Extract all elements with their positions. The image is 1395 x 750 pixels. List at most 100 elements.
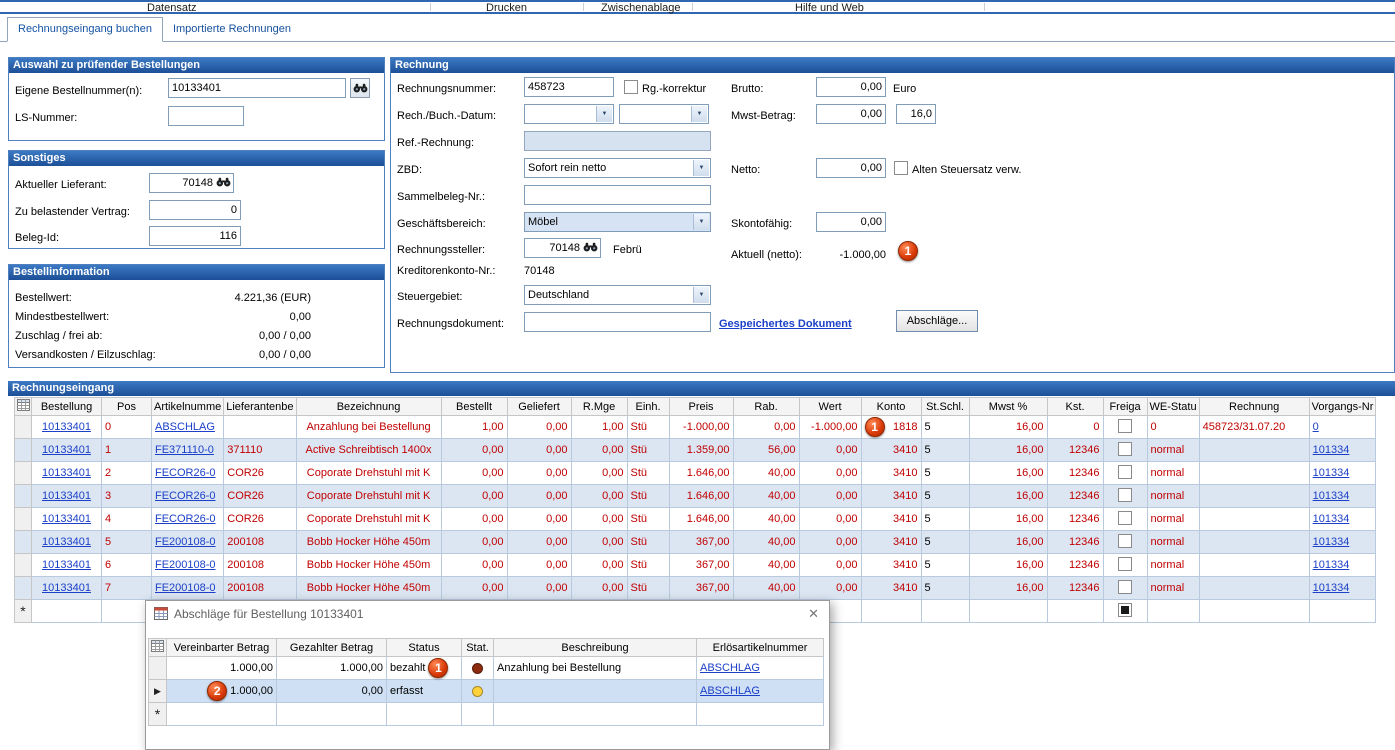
rechnungseingang-row-selector[interactable]: * (15, 600, 32, 623)
rechnungseingang-col-artikelnumme[interactable]: Artikelnumme (152, 398, 224, 416)
abschlaege-col-erl-sartikelnummer[interactable]: Erlösartikelnummer (697, 639, 824, 657)
rechnungseingang-cell-vorgangs-nr[interactable]: 101334 (1309, 577, 1376, 600)
close-icon[interactable]: ✕ (808, 606, 819, 622)
rechnungseingang-cell-bestellung[interactable]: 10133401 (32, 577, 102, 600)
rechnungseingang-cell-vorgangs-nr[interactable]: 101334 (1309, 531, 1376, 554)
rechnungseingang-cell-vorgangs-nr[interactable]: 101334 (1309, 554, 1376, 577)
eigene-bestellnummer-input[interactable] (168, 78, 346, 98)
rechnungseingang-cell-vorgangs-nr[interactable]: 0 (1309, 416, 1376, 439)
rechnungseingang-col-bezeichnung[interactable]: Bezeichnung (296, 398, 441, 416)
rechnungseingang-checkbox-freiga[interactable] (1103, 600, 1147, 623)
rechnungseingang-col-einh[interactable]: Einh. (627, 398, 669, 416)
rechnungseingang-cell-bestellung[interactable]: 10133401 (32, 485, 102, 508)
rechnungseingang-col-lieferantenbe[interactable]: Lieferantenbe (224, 398, 296, 416)
search-bestellnummer-button[interactable] (350, 78, 370, 98)
rechnungseingang-row-selector[interactable] (15, 508, 32, 531)
rechnungsnummer-input[interactable] (524, 77, 614, 97)
abschlaege-col-status[interactable]: Status (387, 639, 462, 657)
rechnungseingang-col-rab[interactable]: Rab. (733, 398, 799, 416)
netto-input[interactable] (816, 158, 886, 178)
rechnungseingang-row-selector[interactable] (15, 439, 32, 462)
rechnungsdatum-combo[interactable]: ▼ (524, 104, 614, 124)
rechnungseingang-col-konto[interactable]: Konto (861, 398, 921, 416)
rechnungseingang-cell-artikelnumme[interactable]: FE200108-0 (152, 577, 224, 600)
zu-belastender-vertrag-input[interactable] (149, 200, 241, 220)
abschlaege-row-selector[interactable]: * (149, 703, 167, 726)
rechnungseingang-checkbox-freiga[interactable] (1103, 554, 1147, 577)
rechnungseingang-cell-vorgangs-nr[interactable]: 101334 (1309, 508, 1376, 531)
rechnungseingang-cell-artikelnumme[interactable]: FE200108-0 (152, 531, 224, 554)
rechnungseingang-cell-artikelnumme[interactable]: FECOR26-0 (152, 508, 224, 531)
abschlaege-row-selector[interactable] (149, 657, 167, 680)
abschlaege-col-stat[interactable]: Stat. (462, 639, 494, 657)
alten-steuersatz-checkbox[interactable] (894, 161, 908, 175)
rechnungseingang-checkbox-freiga[interactable] (1103, 416, 1147, 439)
rechnungseingang-cell-vorgangs-nr[interactable]: 101334 (1309, 485, 1376, 508)
rechnungseingang-checkbox-freiga[interactable] (1103, 462, 1147, 485)
rechnungssteller-input[interactable] (524, 238, 601, 258)
gespeichertes-dokument-link[interactable]: Gespeichertes Dokument (719, 318, 852, 330)
rechnungseingang-cell-artikelnumme[interactable]: FECOR26-0 (152, 485, 224, 508)
rechnungseingang-checkbox-freiga[interactable] (1103, 577, 1147, 600)
rechnungseingang-row-selector[interactable] (15, 577, 32, 600)
rechnungseingang-cell-artikelnumme[interactable]: FECOR26-0 (152, 462, 224, 485)
rechnungseingang-cell-bestellung[interactable]: 10133401 (32, 462, 102, 485)
ls-nummer-input[interactable] (168, 106, 244, 126)
rechnungseingang-cell-artikelnumme[interactable]: FE200108-0 (152, 554, 224, 577)
rechnungseingang-row-selector[interactable] (15, 462, 32, 485)
abschlaege-row-selector[interactable]: ▶ (149, 680, 167, 703)
rg-korrektur-checkbox[interactable] (624, 80, 638, 94)
rechnungseingang-col-rechnung[interactable]: Rechnung (1199, 398, 1309, 416)
beleg-id-input[interactable] (149, 226, 241, 246)
rechnungseingang-col-pos[interactable]: Pos (102, 398, 152, 416)
rechnungseingang-col-vorgangs-nr[interactable]: Vorgangs-Nr (1309, 398, 1376, 416)
aktueller-lieferant-input[interactable] (149, 173, 234, 193)
tab-importierte-rechnungen[interactable]: Importierte Rechnungen (163, 18, 301, 41)
mwst-satz-input[interactable] (896, 104, 936, 124)
rechnungseingang-cell-artikelnumme[interactable]: FE371110-0 (152, 439, 224, 462)
rechnungseingang-col-st-schl[interactable]: St.Schl. (921, 398, 969, 416)
abschlaege-col-beschreibung[interactable]: Beschreibung (494, 639, 697, 657)
rechnungseingang-cell-bestellung[interactable]: 10133401 (32, 439, 102, 462)
rechnungseingang-cell-bestellung[interactable]: 10133401 (32, 416, 102, 439)
abschlaege-button[interactable]: Abschläge... (896, 310, 978, 332)
steuergebiet-combo[interactable]: Deutschland ▼ (524, 285, 711, 305)
rechnungseingang-checkbox-freiga[interactable] (1103, 439, 1147, 462)
rechnungseingang-checkbox-freiga[interactable] (1103, 485, 1147, 508)
rechnungseingang-col-mwst[interactable]: Mwst % (969, 398, 1047, 416)
rechnungseingang-col-geliefert[interactable]: Geliefert (507, 398, 571, 416)
rechnungseingang-checkbox-freiga[interactable] (1103, 531, 1147, 554)
skontofaehig-input[interactable] (816, 212, 886, 232)
rechnungseingang-cell-artikelnumme[interactable]: ABSCHLAG (152, 416, 224, 439)
abschlaege-col-gezahlter-betrag[interactable]: Gezahlter Betrag (277, 639, 387, 657)
buchungsdatum-combo[interactable]: ▼ (619, 104, 709, 124)
rechnungseingang-col-bestellt[interactable]: Bestellt (441, 398, 507, 416)
rechnungseingang-col-selector[interactable] (15, 398, 32, 416)
rechnungseingang-cell-vorgangs-nr[interactable]: 101334 (1309, 439, 1376, 462)
rechnungseingang-col-r-mge[interactable]: R.Mge (571, 398, 627, 416)
rechnungseingang-row-selector[interactable] (15, 531, 32, 554)
rechnungsdokument-input[interactable] (524, 312, 711, 332)
rechnungseingang-col-preis[interactable]: Preis (669, 398, 733, 416)
abschlaege-cell-erl-sartikelnummer[interactable]: ABSCHLAG (697, 680, 824, 703)
rechnungseingang-checkbox-freiga[interactable] (1103, 508, 1147, 531)
rechnungseingang-col-freiga[interactable]: Freiga (1103, 398, 1147, 416)
rechnungseingang-cell-bestellung[interactable]: 10133401 (32, 508, 102, 531)
rechnungseingang-cell-bestellung[interactable]: 10133401 (32, 554, 102, 577)
rechnungseingang-row-selector[interactable] (15, 554, 32, 577)
sammelbeleg-input[interactable] (524, 185, 711, 205)
geschaeftsbereich-combo[interactable]: Möbel ▼ (524, 212, 711, 232)
zbd-combo[interactable]: Sofort rein netto ▼ (524, 158, 711, 178)
rechnungseingang-col-wert[interactable]: Wert (799, 398, 861, 416)
rechnungseingang-col-bestellung[interactable]: Bestellung (32, 398, 102, 416)
rechnungseingang-cell-bestellung[interactable]: 10133401 (32, 531, 102, 554)
dialog-title-bar[interactable]: Abschläge für Bestellung 10133401 ✕ (146, 601, 829, 626)
abschlaege-col-vereinbarter-betrag[interactable]: Vereinbarter Betrag (167, 639, 277, 657)
rechnungseingang-row-selector[interactable] (15, 416, 32, 439)
rechnungseingang-col-we-statu[interactable]: WE-Statu (1147, 398, 1199, 416)
abschlaege-cell-erl-sartikelnummer[interactable]: ABSCHLAG (697, 657, 824, 680)
rechnungseingang-col-kst[interactable]: Kst. (1047, 398, 1103, 416)
tab-rechnungseingang-buchen[interactable]: Rechnungseingang buchen (7, 17, 163, 42)
brutto-input[interactable] (816, 77, 886, 97)
rechnungseingang-row-selector[interactable] (15, 485, 32, 508)
